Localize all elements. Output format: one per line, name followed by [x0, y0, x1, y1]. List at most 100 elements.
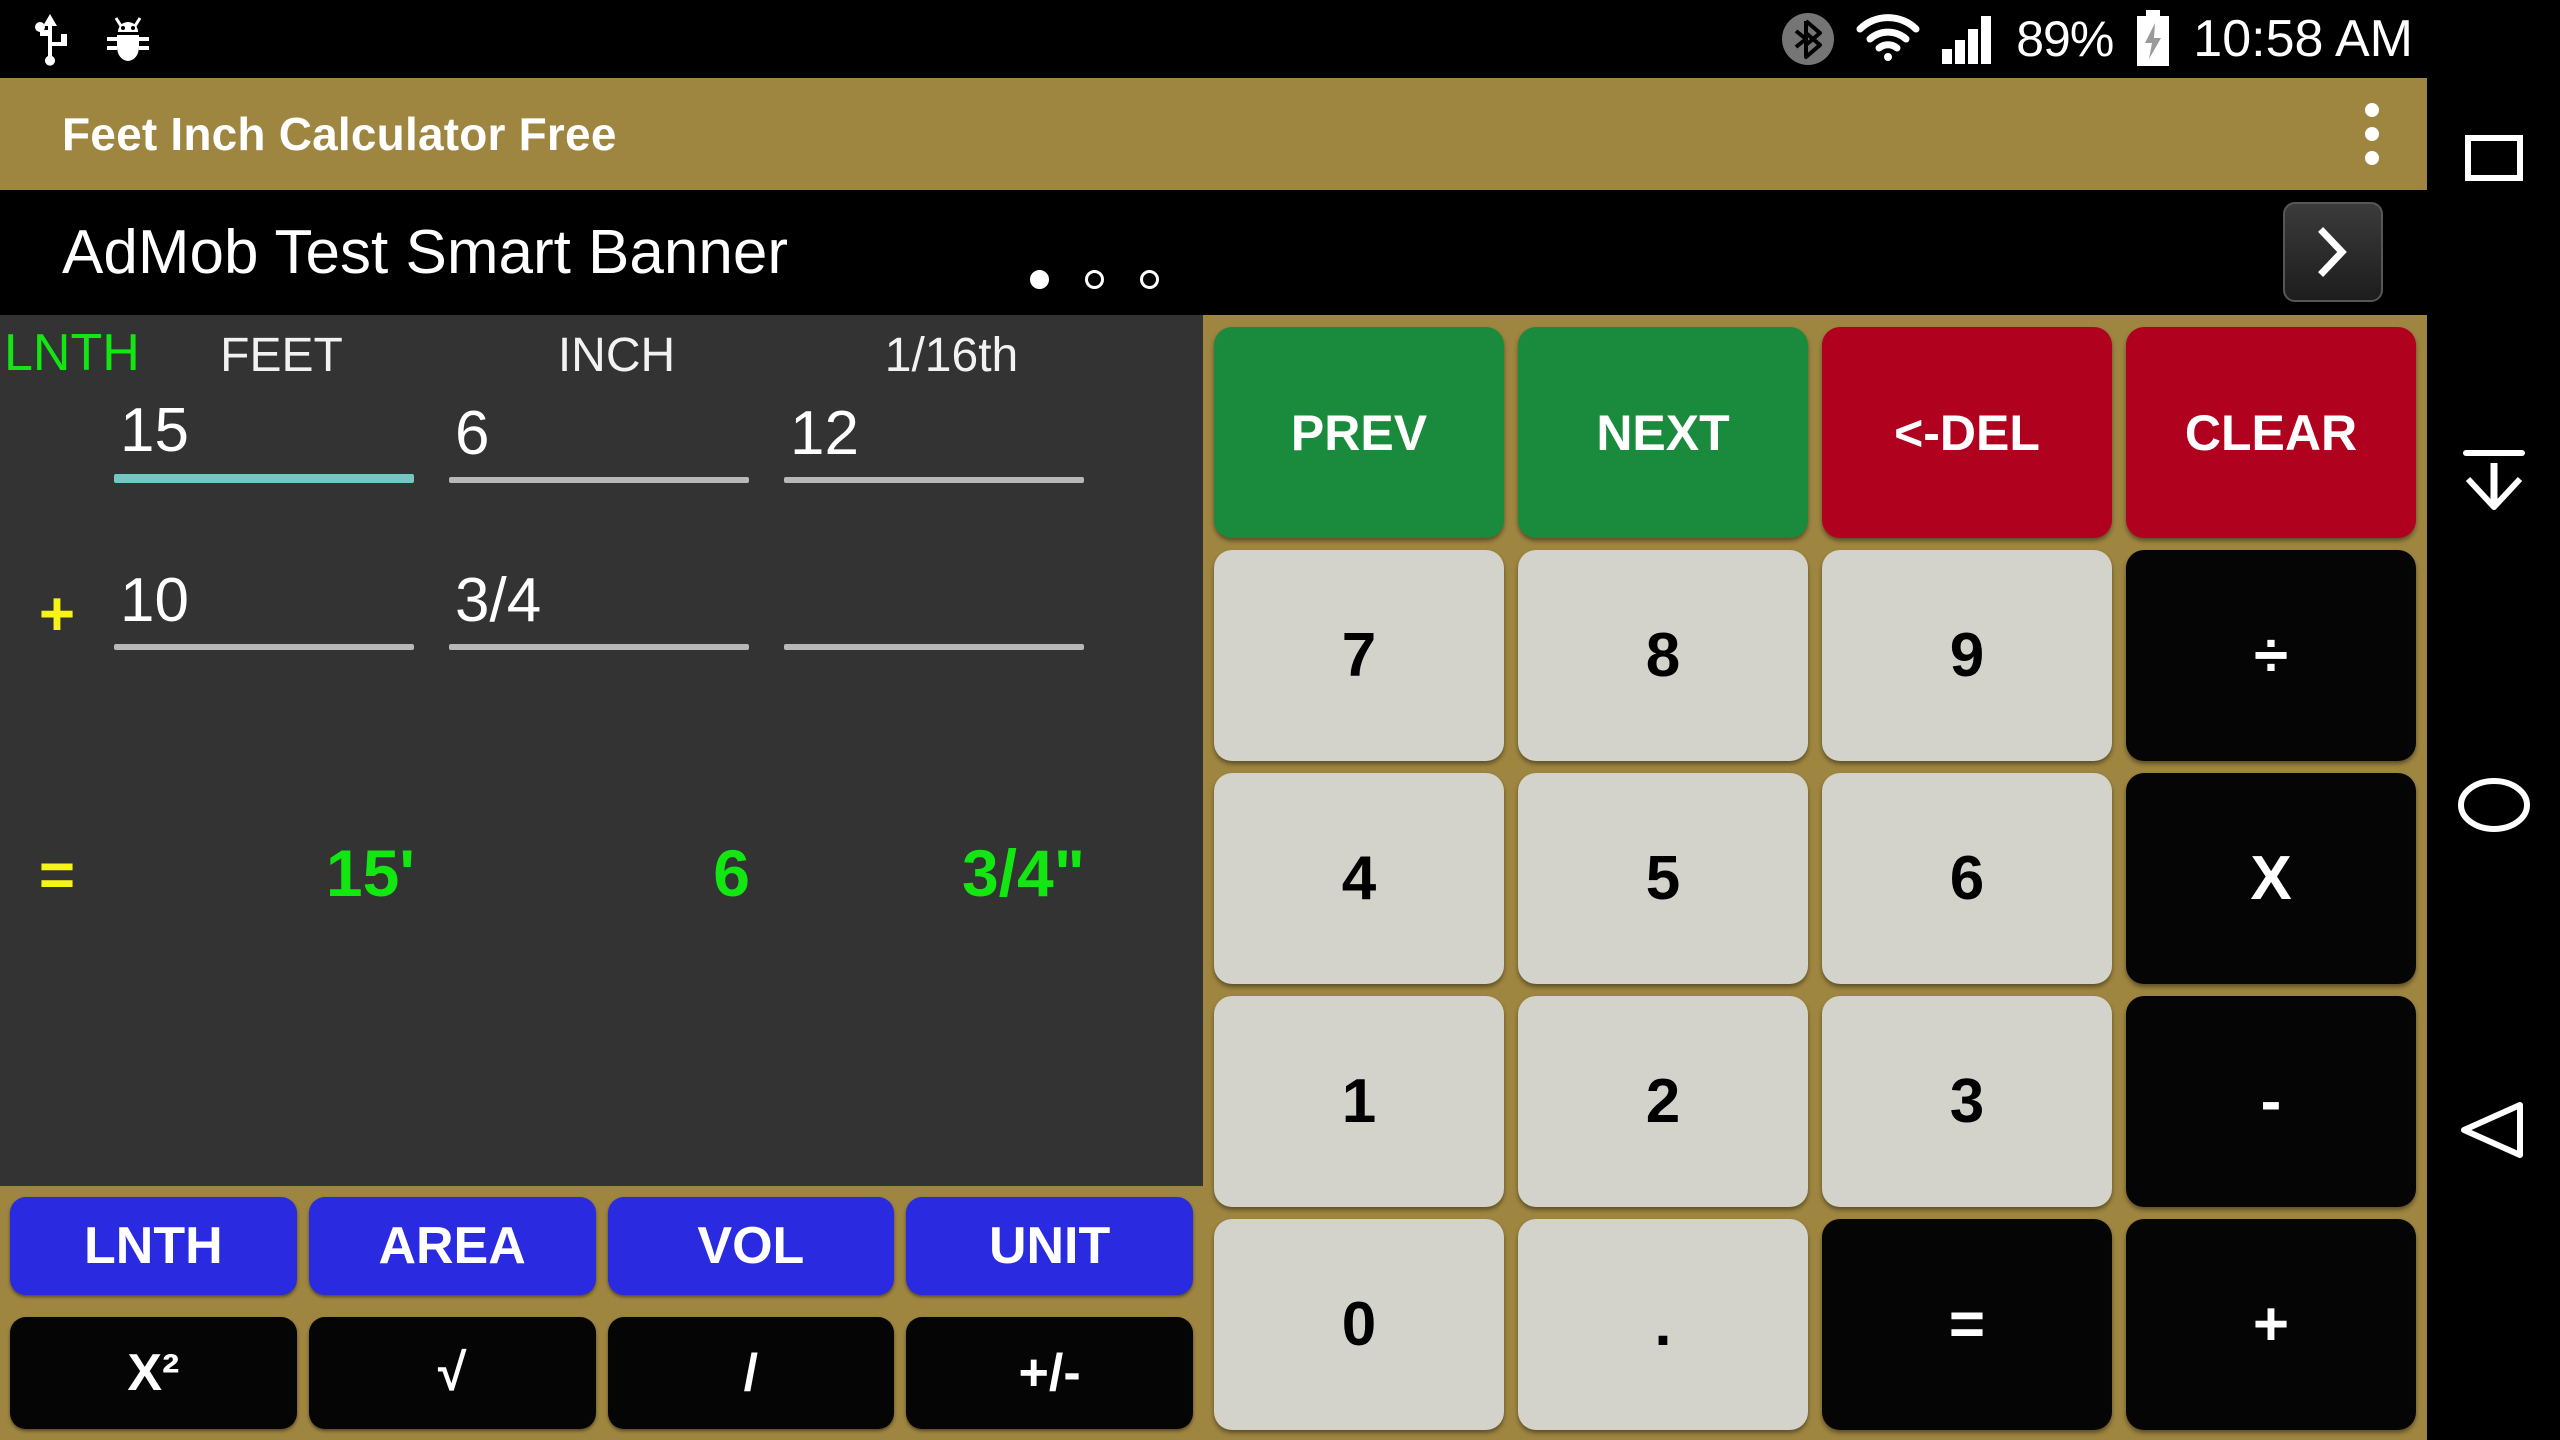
input-row-2-sixteenth-underline [784, 644, 1084, 650]
key-2-label: 2 [1645, 1067, 1681, 1136]
key-6-label: 6 [1949, 844, 1985, 913]
ad-page-indicator [1030, 270, 1159, 289]
function-button-sqrt-label: √ [437, 1344, 467, 1402]
result-sixteenth: 3/4" [961, 836, 1085, 910]
input-row-1-sixteenth[interactable]: 12 [784, 398, 1119, 483]
key-next[interactable]: NEXT [1518, 327, 1808, 538]
circle-icon [2457, 778, 2530, 832]
system-navigation-bar [2427, 0, 2560, 1440]
key-9-label: 9 [1949, 621, 1985, 690]
key-6[interactable]: 6 [1822, 773, 2112, 984]
function-button-divide[interactable]: / [607, 1317, 895, 1429]
key-3[interactable]: 3 [1822, 996, 2112, 1207]
status-bar-clock: 10:58 AM [2193, 10, 2413, 68]
key-9[interactable]: 9 [1822, 550, 2112, 761]
key-5-label: 5 [1645, 844, 1681, 913]
result-feet: 15' [325, 836, 415, 910]
nav-hide-keyboard-button[interactable] [2427, 320, 2560, 640]
key-delete[interactable]: <-DEL [1822, 327, 2112, 538]
bluetooth-icon [1780, 11, 1836, 67]
triangle-left-icon [2460, 1102, 2523, 1158]
key-7[interactable]: 7 [1214, 550, 1504, 761]
battery-charging-icon [2133, 10, 2173, 68]
key-5[interactable]: 5 [1518, 773, 1808, 984]
key-clear[interactable]: CLEAR [2126, 327, 2416, 538]
result-operator: = [38, 841, 76, 910]
input-row-2-inch-value: 3/4 [455, 566, 542, 635]
input-row-1: 15 6 12 [0, 395, 1203, 483]
ad-next-button[interactable] [2283, 202, 2383, 302]
input-row-2-inch-underline [449, 644, 749, 650]
nav-recents-button[interactable] [2427, 0, 2560, 320]
key-equals[interactable]: = [1822, 1219, 2112, 1430]
key-next-label: NEXT [1596, 404, 1730, 461]
column-header-feet: FEET [220, 329, 343, 382]
input-row-2-feet-value: 10 [120, 566, 189, 635]
function-button-square-label: X² [127, 1344, 180, 1402]
function-button-sqrt[interactable]: √ [308, 1317, 596, 1429]
column-header-inch: INCH [557, 329, 676, 382]
input-row-1-inch[interactable]: 6 [449, 398, 784, 483]
input-row-2-feet[interactable]: 10 [114, 565, 449, 650]
battery-percent-label: 89% [2016, 11, 2114, 67]
mode-button-area[interactable]: AREA [308, 1197, 596, 1295]
function-button-square[interactable]: X² [10, 1317, 297, 1429]
input-row-1-sixteenth-value: 12 [790, 399, 859, 468]
square-icon [2464, 135, 2523, 181]
input-row-2-sixteenth-value [784, 570, 1119, 644]
key-0[interactable]: 0 [1214, 1219, 1504, 1430]
status-bar: 89% 10:58 AM [0, 0, 2427, 78]
mode-button-vol-label: VOL [697, 1217, 805, 1275]
input-row-2-inch[interactable]: 3/4 [449, 565, 784, 650]
cellular-signal-icon [1940, 13, 1996, 65]
ad-dot-1 [1030, 270, 1049, 289]
mode-button-row: LNTH AREA VOL UNIT [0, 1186, 1203, 1306]
overflow-menu-icon[interactable] [2365, 103, 2379, 165]
function-button-sign[interactable]: +/- [906, 1317, 1193, 1429]
key-plus[interactable]: + [2126, 1219, 2416, 1430]
mode-button-unit-label: UNIT [988, 1217, 1111, 1275]
key-equals-label: = [1948, 1290, 1986, 1359]
nav-back-button[interactable] [2427, 970, 2560, 1290]
input-row-1-sixteenth-underline [784, 477, 1084, 483]
ad-banner[interactable]: AdMob Test Smart Banner [0, 190, 2427, 315]
key-4[interactable]: 4 [1214, 773, 1504, 984]
nav-home-button[interactable] [2427, 640, 2560, 970]
phone-screen: 89% 10:58 AM Feet Inch Calculator Free A… [0, 0, 2560, 1440]
arrow-down-icon [2462, 450, 2525, 510]
mode-button-vol[interactable]: VOL [607, 1197, 895, 1295]
mode-button-area-label: AREA [378, 1217, 526, 1275]
main-content: LNTH FEET INCH 1/16th 15 6 12 + 10 3/4 =… [0, 315, 2427, 1440]
calculator-display-panel: LNTH FEET INCH 1/16th 15 6 12 + 10 3/4 =… [0, 315, 1203, 1440]
mode-button-unit[interactable]: UNIT [906, 1197, 1193, 1295]
key-1[interactable]: 1 [1214, 996, 1504, 1207]
function-button-row: X² √ / +/- [0, 1306, 1203, 1440]
key-3-label: 3 [1949, 1067, 1985, 1136]
key-8-label: 8 [1645, 621, 1681, 690]
status-bar-left-icons [0, 12, 152, 66]
key-8[interactable]: 8 [1518, 550, 1808, 761]
mode-button-lnth-label: LNTH [84, 1217, 223, 1275]
input-row-1-inch-underline [449, 477, 749, 483]
key-0-label: 0 [1341, 1290, 1377, 1359]
key-decimal-label: . [1654, 1290, 1672, 1359]
key-2[interactable]: 2 [1518, 996, 1808, 1207]
input-row-2-sixteenth[interactable] [784, 570, 1119, 650]
input-row-1-feet[interactable]: 15 [114, 395, 449, 483]
key-decimal[interactable]: . [1518, 1219, 1808, 1430]
key-clear-label: CLEAR [2184, 404, 2358, 461]
key-divide[interactable]: ÷ [2126, 550, 2416, 761]
key-prev[interactable]: PREV [1214, 327, 1504, 538]
usb-icon [30, 12, 70, 66]
ad-dot-2 [1085, 270, 1104, 289]
key-minus[interactable]: - [2126, 996, 2416, 1207]
result-inch: 6 [713, 836, 750, 910]
mode-indicator-label: LNTH [4, 324, 140, 382]
column-header-sixteenth: 1/16th [884, 329, 1019, 382]
mode-button-lnth[interactable]: LNTH [10, 1197, 297, 1295]
input-row-1-feet-value: 15 [120, 396, 189, 465]
key-multiply[interactable]: X [2126, 773, 2416, 984]
row-2-operator: + [38, 580, 76, 649]
status-bar-right-icons: 89% 10:58 AM [1780, 9, 2427, 69]
keypad: PREV NEXT <-DEL CLEAR 7 8 9 ÷ 4 5 6 X 1 … [1203, 315, 2427, 1440]
